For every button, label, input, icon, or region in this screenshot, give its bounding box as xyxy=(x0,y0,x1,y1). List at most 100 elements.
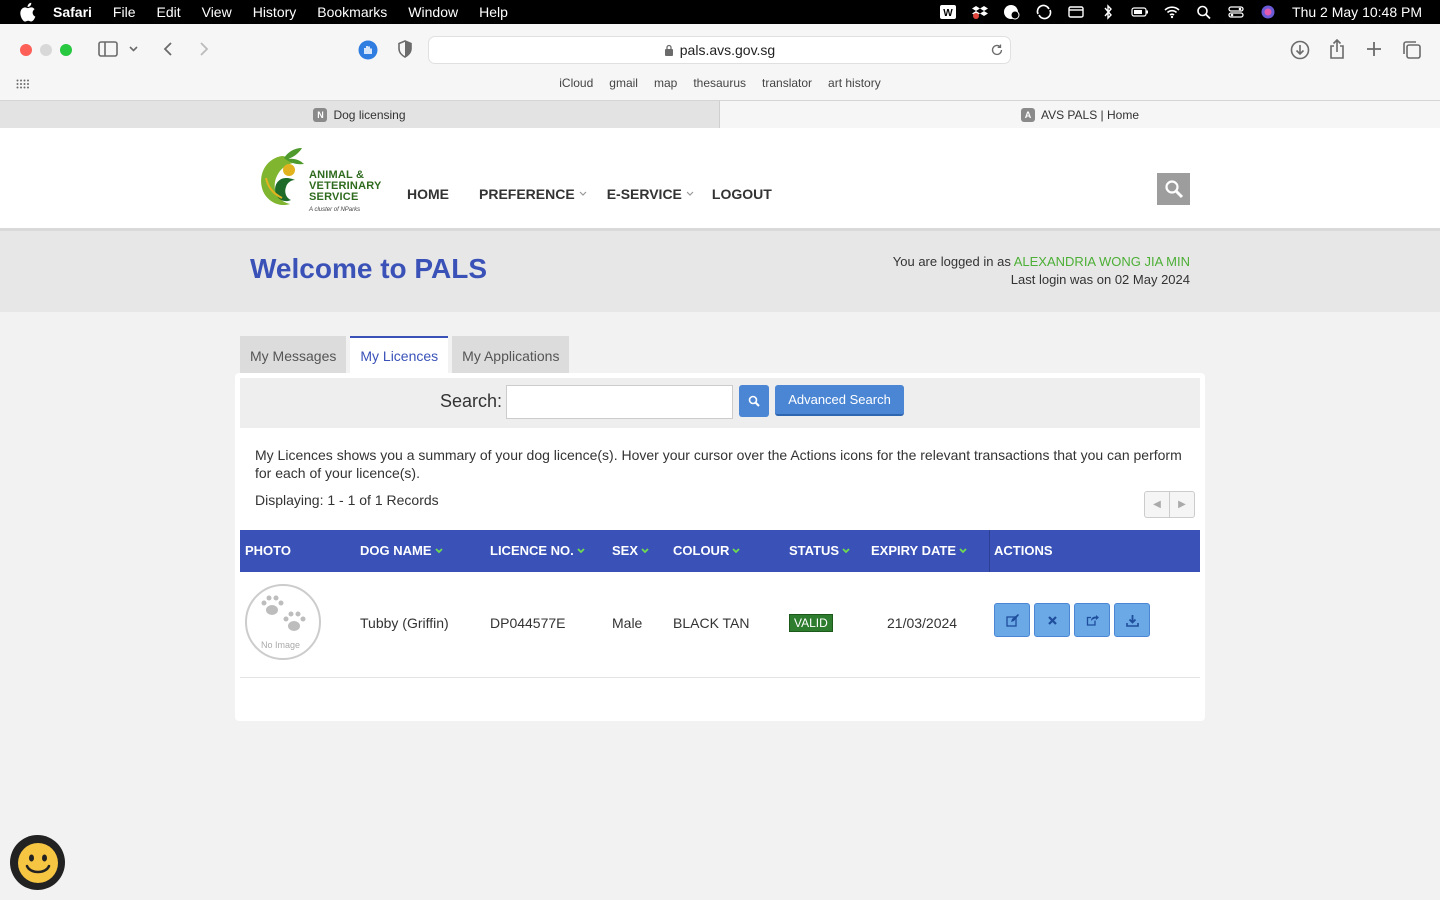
cancel-licence-button[interactable] xyxy=(1034,603,1070,637)
last-login: Last login was on 02 May 2024 xyxy=(1010,272,1190,287)
advanced-search-button[interactable]: Advanced Search xyxy=(775,385,904,416)
sort-chevron-icon xyxy=(434,547,443,553)
share-icon[interactable] xyxy=(1327,38,1347,60)
bookmark-art-history[interactable]: art history xyxy=(828,76,881,90)
header-sex[interactable]: SEX xyxy=(612,543,649,558)
site-header: ANIMAL & VETERINARY SERVICE A cluster of… xyxy=(0,128,1440,231)
transfer-icon xyxy=(1086,614,1099,626)
browser-tab-title: AVS PALS | Home xyxy=(1040,107,1140,122)
header-dog-name[interactable]: DOG NAME xyxy=(360,543,443,558)
bookmark-translator[interactable]: translator xyxy=(762,76,812,90)
bookmark-map[interactable]: map xyxy=(654,76,677,90)
address-bar[interactable]: pals.avs.gov.sg xyxy=(428,36,1011,64)
back-icon[interactable] xyxy=(160,40,176,58)
extension-hand-icon[interactable] xyxy=(357,39,379,61)
nav-home[interactable]: HOME xyxy=(407,186,449,202)
zoom-window-button[interactable] xyxy=(60,44,72,56)
record-count: Displaying: 1 - 1 of 1 Records xyxy=(255,492,439,508)
menubar-clock[interactable]: Thu 2 May 10:48 PM xyxy=(1292,4,1422,20)
username[interactable]: ALEXANDRIA WONG JIA MIN xyxy=(1014,254,1190,269)
search-icon xyxy=(1164,180,1183,199)
minimize-window-button[interactable] xyxy=(40,44,52,56)
nav-e-service[interactable]: E-SERVICE xyxy=(607,186,694,202)
sort-chevron-icon xyxy=(641,547,649,553)
header-colour[interactable]: COLOUR xyxy=(673,543,740,558)
wifi-icon[interactable] xyxy=(1162,4,1182,20)
download-licence-button[interactable] xyxy=(1114,603,1150,637)
bookmark-gmail[interactable]: gmail xyxy=(609,76,638,90)
reload-icon[interactable] xyxy=(990,43,1004,57)
bluetooth-icon[interactable] xyxy=(1098,4,1118,20)
chevron-down-icon xyxy=(686,191,694,196)
avs-logo[interactable]: ANIMAL & VETERINARY SERVICE A cluster of… xyxy=(256,148,381,218)
apple-icon[interactable] xyxy=(18,2,36,22)
display-icon[interactable] xyxy=(1066,4,1086,20)
menu-history[interactable]: History xyxy=(253,4,297,20)
welcome-band: Welcome to PALS You are logged in as ALE… xyxy=(0,231,1440,312)
sort-chevron-icon xyxy=(842,547,850,553)
prev-page-button[interactable]: ◀ xyxy=(1145,492,1170,517)
sidebar-toggle-icon[interactable] xyxy=(97,40,119,58)
spotlight-icon[interactable] xyxy=(1194,4,1214,20)
menu-file[interactable]: File xyxy=(113,4,136,20)
avs-favicon-icon: A xyxy=(1020,107,1035,122)
cell-licence-no: DP044577E xyxy=(490,615,566,631)
edit-licence-button[interactable] xyxy=(994,603,1030,637)
control-center-icon[interactable] xyxy=(1226,4,1246,20)
dropbox-icon[interactable] xyxy=(970,4,990,20)
browser-tab-avs-pals[interactable]: A AVS PALS | Home xyxy=(720,101,1440,128)
search-submit-button[interactable] xyxy=(739,385,769,417)
word-icon[interactable]: W xyxy=(938,4,958,20)
menu-app-safari[interactable]: Safari xyxy=(53,4,92,20)
sort-chevron-icon xyxy=(732,547,740,553)
new-tab-icon[interactable] xyxy=(1364,39,1384,59)
nav-preference[interactable]: PREFERENCE xyxy=(479,186,587,202)
sync-icon[interactable] xyxy=(1034,4,1054,20)
header-licence-no[interactable]: LICENCE NO. xyxy=(490,543,585,558)
browser-tab-dog-licensing[interactable]: N Dog licensing xyxy=(0,101,720,128)
chevron-down-icon xyxy=(579,191,587,196)
menu-view[interactable]: View xyxy=(202,4,232,20)
battery-icon[interactable] xyxy=(1130,4,1150,20)
header-expiry-date[interactable]: EXPIRY DATE xyxy=(871,543,967,558)
menu-bookmarks[interactable]: Bookmarks xyxy=(317,4,387,20)
status-badge: VALID xyxy=(789,614,833,632)
macos-menubar: Safari File Edit View History Bookmarks … xyxy=(0,0,1440,24)
nav-logout[interactable]: LOGOUT xyxy=(712,186,772,202)
tab-overview-icon[interactable] xyxy=(1401,39,1423,61)
cell-dog-name: Tubby (Griffin) xyxy=(360,615,449,631)
favorites-bar: iCloud gmail map thesaurus translator ar… xyxy=(0,76,1440,90)
tab-my-licences[interactable]: My Licences xyxy=(350,336,449,373)
sort-chevron-icon xyxy=(577,547,585,553)
notification-badge-icon[interactable] xyxy=(1002,4,1022,20)
transfer-licence-button[interactable] xyxy=(1074,603,1110,637)
smiley-face-icon xyxy=(17,842,58,883)
logo-subtitle: A cluster of NParks xyxy=(309,207,361,213)
logged-in-label: You are logged in as xyxy=(892,254,1011,269)
tab-my-messages[interactable]: My Messages xyxy=(240,336,347,373)
licences-description: My Licences shows you a summary of your … xyxy=(255,447,1182,481)
bookmark-icloud[interactable]: iCloud xyxy=(559,76,593,90)
bookmark-thesaurus[interactable]: thesaurus xyxy=(693,76,746,90)
pager: ◀ ▶ xyxy=(1144,491,1195,518)
search-input[interactable] xyxy=(506,385,733,419)
chevron-down-icon[interactable] xyxy=(127,44,139,54)
cell-expiry-date: 21/03/2024 xyxy=(887,615,958,631)
search-label: Search: xyxy=(440,391,503,411)
downloads-icon[interactable] xyxy=(1289,39,1311,61)
licences-panel: Search: Advanced Search My Licences show… xyxy=(235,373,1205,721)
close-window-button[interactable] xyxy=(20,44,32,56)
forward-icon[interactable] xyxy=(196,40,212,58)
notion-favicon-icon: N xyxy=(313,107,328,122)
site-search-button[interactable] xyxy=(1157,173,1190,205)
tab-my-applications[interactable]: My Applications xyxy=(452,336,570,373)
svg-text:W: W xyxy=(943,8,953,19)
siri-icon[interactable] xyxy=(1258,4,1278,20)
next-page-button[interactable]: ▶ xyxy=(1170,492,1194,517)
privacy-shield-icon[interactable] xyxy=(396,39,414,59)
menu-window[interactable]: Window xyxy=(408,4,458,20)
menu-help[interactable]: Help xyxy=(479,4,508,20)
menu-edit[interactable]: Edit xyxy=(156,4,180,20)
smiley-chat-button[interactable] xyxy=(10,835,65,890)
header-status[interactable]: STATUS xyxy=(789,543,850,558)
